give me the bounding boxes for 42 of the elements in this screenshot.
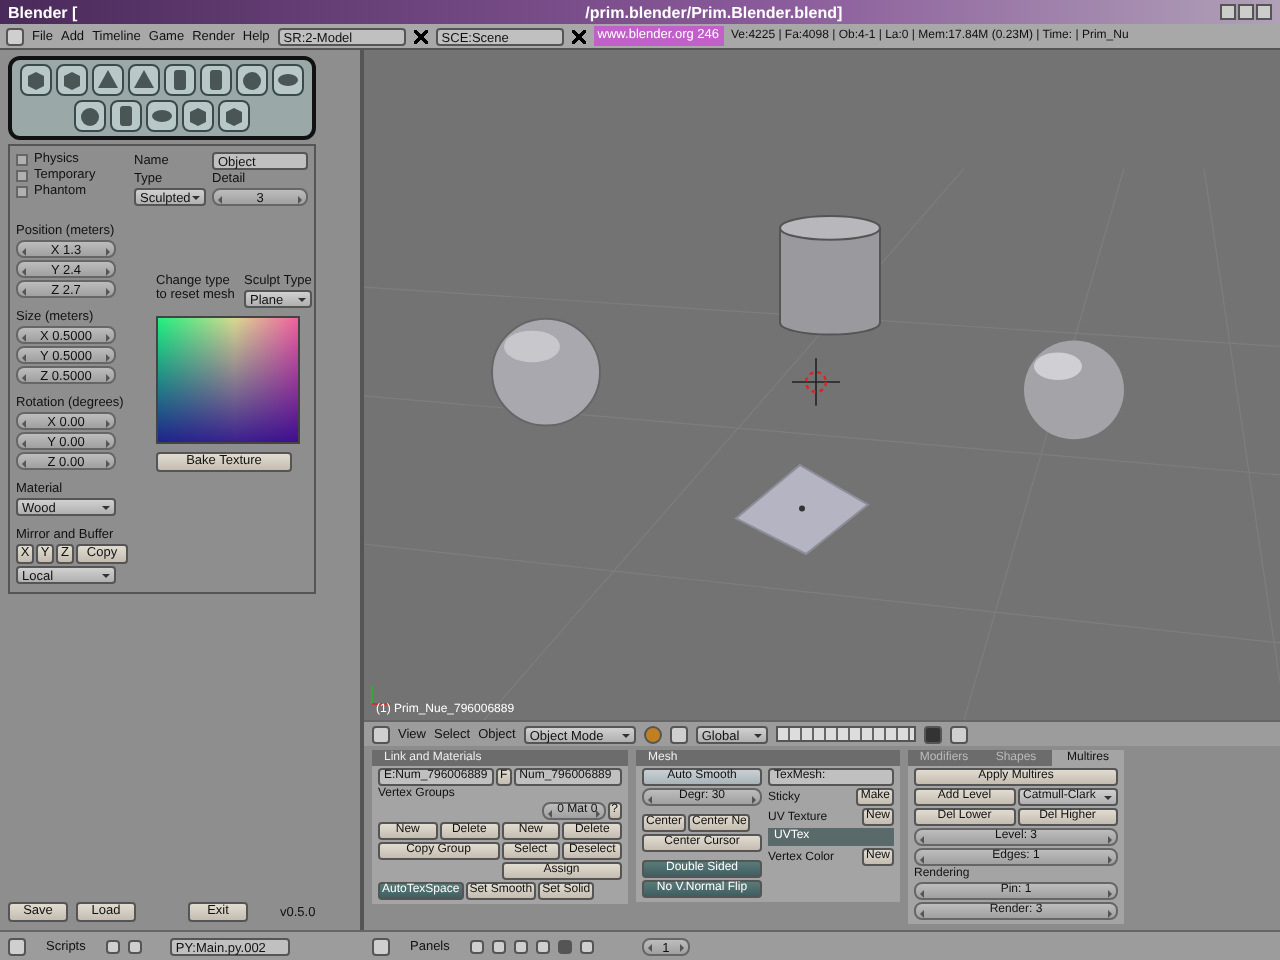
primitive-button[interactable] — [200, 64, 232, 96]
checkbox[interactable] — [16, 169, 28, 181]
cube-icon — [186, 104, 210, 128]
primitive-button[interactable] — [92, 64, 124, 96]
primitive-button[interactable] — [218, 100, 250, 132]
cube-icon — [222, 104, 246, 128]
minimize-icon[interactable] — [1220, 4, 1236, 20]
cube-icon — [60, 68, 84, 92]
window-title: Blender [ — [8, 3, 78, 21]
cylinder-icon — [204, 68, 228, 92]
primitive-button[interactable] — [20, 64, 52, 96]
close-icon[interactable] — [413, 29, 428, 43]
pyramid-icon — [96, 68, 120, 92]
sphere-icon — [78, 104, 102, 128]
cylinder-icon — [114, 104, 138, 128]
sphere-icon — [240, 68, 264, 92]
file-path: /prim.blender/Prim.Blender.blend] — [585, 3, 843, 21]
3d-cursor-icon[interactable] — [791, 357, 841, 407]
primitive-button[interactable] — [236, 64, 268, 96]
primitive-button[interactable] — [272, 64, 304, 96]
cylinder-object[interactable] — [779, 215, 881, 336]
checkbox[interactable] — [16, 185, 28, 197]
close-icon[interactable] — [571, 29, 586, 43]
close-icon[interactable] — [1256, 4, 1272, 20]
checkbox[interactable] — [16, 153, 28, 165]
sphere-object[interactable] — [1024, 340, 1124, 440]
primitive-button[interactable] — [56, 64, 88, 96]
pyramid-icon — [132, 68, 156, 92]
primitive-button[interactable] — [164, 64, 196, 96]
ring-icon — [150, 104, 174, 128]
layer-grid-icon[interactable] — [775, 726, 916, 742]
primitive-button[interactable] — [146, 100, 178, 132]
cube-icon — [24, 68, 48, 92]
primitive-button[interactable] — [128, 64, 160, 96]
mesh-sphere-object[interactable] — [491, 317, 601, 427]
primitive-button[interactable] — [110, 100, 142, 132]
ring-icon — [276, 68, 300, 92]
cylinder-icon — [168, 68, 192, 92]
maximize-icon[interactable] — [1238, 4, 1254, 20]
primitive-button[interactable] — [182, 100, 214, 132]
color-picker[interactable] — [156, 316, 300, 444]
primitive-button[interactable] — [74, 100, 106, 132]
